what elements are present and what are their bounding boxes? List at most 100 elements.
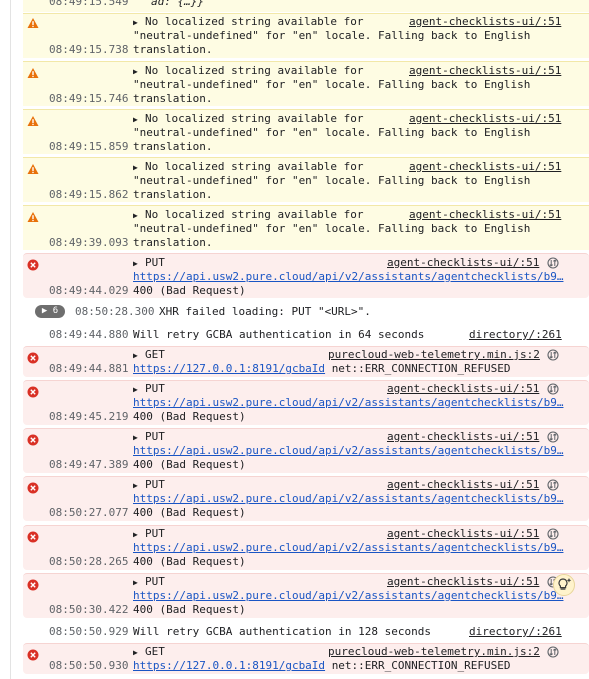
request-method: PUT	[145, 256, 165, 269]
network-request-icon[interactable]	[547, 528, 559, 540]
expand-caret-icon[interactable]: ▶	[133, 211, 145, 220]
expand-caret-icon[interactable]: ▶	[133, 433, 145, 442]
message-source-link[interactable]: directory/:261	[469, 328, 562, 341]
message-line-1[interactable]: ▶ No localized string available for	[133, 208, 364, 221]
message-source-link[interactable]: agent-checklists-ui/:51	[387, 256, 539, 269]
message-text: Will retry GCBA authentication in 64 sec…	[133, 328, 425, 341]
message-line-1[interactable]: ▶ No localized string available for	[133, 160, 364, 173]
message-line-3: translation.	[133, 188, 213, 201]
error-icon	[27, 386, 39, 398]
message-source-link[interactable]: agent-checklists-ui/:51	[409, 208, 561, 221]
network-request-icon[interactable]	[547, 383, 559, 395]
message-source-link[interactable]: agent-checklists-ui/:51	[409, 64, 561, 77]
request-url-link[interactable]: https://api.usw2.pure.cloud/api/v2/assis…	[133, 396, 563, 409]
network-request-icon[interactable]	[547, 431, 559, 443]
console-warning[interactable]: ▶ No localized string available for agent…	[23, 205, 589, 250]
network-request-icon[interactable]	[547, 257, 559, 269]
message-source-link[interactable]: agent-checklists-ui/:51	[387, 430, 539, 443]
expand-caret-icon[interactable]: ▶	[133, 18, 145, 27]
message-source-link[interactable]: purecloud-web-telemetry.min.js:2	[328, 348, 540, 361]
console-warning[interactable]: ▶ No localized string available for agent…	[23, 157, 589, 202]
message-line-1[interactable]: ▶ PUT	[133, 382, 165, 395]
console-error[interactable]: ▶ GET purecloud-web-telemetry.min.js:2 08…	[23, 643, 589, 674]
message-timestamp: 08:49:15.746	[49, 92, 129, 105]
request-url-link[interactable]: https://127.0.0.1:8191/gcbaId	[133, 362, 325, 375]
network-request-icon[interactable]	[547, 479, 559, 491]
console-warning[interactable]: ▶ No localized string available for agent…	[23, 61, 589, 106]
message-timestamp: 08:49:44.881	[49, 362, 129, 375]
request-status: net::ERR_CONNECTION_REFUSED	[331, 362, 511, 375]
console-error[interactable]: ▶ PUT agent-checklists-ui/:51 https://api…	[23, 428, 589, 473]
request-url-link[interactable]: https://api.usw2.pure.cloud/api/v2/assis…	[133, 444, 563, 457]
console-warning-partial[interactable]: 08:49:15.549 ad: {…}}	[23, 0, 589, 12]
message-source-link[interactable]: agent-checklists-ui/:51	[409, 112, 561, 125]
expand-caret-icon[interactable]: ▶	[133, 530, 145, 539]
expand-caret-icon[interactable]: ▶	[133, 163, 145, 172]
message-line-1[interactable]: ▶ PUT	[133, 430, 165, 443]
message-source-link[interactable]: agent-checklists-ui/:51	[387, 382, 539, 395]
message-timestamp: 08:49:45.219	[49, 410, 129, 423]
message-text: No localized string available for	[145, 15, 364, 28]
console-error[interactable]: ▶ PUT agent-checklists-ui/:51 https://api…	[23, 525, 589, 570]
message-line-1[interactable]: ▶ No localized string available for	[133, 112, 364, 125]
message-source-link[interactable]: agent-checklists-ui/:51	[387, 478, 539, 491]
message-timestamp: 08:49:44.880	[49, 328, 129, 341]
message-line-3: translation.	[133, 140, 213, 153]
message-timestamp: 08:50:27.077	[49, 506, 129, 519]
network-request-icon[interactable]	[547, 349, 559, 361]
console-warning[interactable]: ▶ No localized string available for agent…	[23, 109, 589, 154]
error-icon	[27, 531, 39, 543]
request-method: GET	[145, 645, 165, 658]
message-line-2: "neutral-undefined" for "en" locale. Fal…	[133, 29, 531, 42]
message-line-1[interactable]: ▶ No localized string available for	[133, 64, 364, 77]
message-source-link[interactable]: directory/:261	[469, 625, 562, 638]
expand-caret-icon[interactable]: ▶	[133, 259, 145, 268]
console-log[interactable]: 08:49:44.880 Will retry GCBA authenticat…	[23, 326, 589, 344]
message-text: No localized string available for	[145, 112, 364, 125]
repeat-count-badge[interactable]: ▶ 6	[35, 305, 65, 318]
request-url-link[interactable]: https://api.usw2.pure.cloud/api/v2/assis…	[133, 541, 563, 554]
message-line-2: "neutral-undefined" for "en" locale. Fal…	[133, 174, 531, 187]
expand-caret-icon[interactable]: ▶	[133, 481, 145, 490]
console-error[interactable]: ▶ PUT agent-checklists-ui/:51 https://api…	[23, 253, 589, 298]
expand-caret-icon[interactable]: ▶	[133, 67, 145, 76]
message-line-1[interactable]: ▶ GET	[133, 645, 165, 658]
warning-icon	[27, 212, 39, 222]
expand-caret-icon[interactable]: ▶	[133, 385, 145, 394]
message-line-1[interactable]: ▶ GET	[133, 348, 165, 361]
request-url-link[interactable]: https://api.usw2.pure.cloud/api/v2/assis…	[133, 492, 563, 505]
console-error[interactable]: ▶ PUT agent-checklists-ui/:51 https://api…	[23, 573, 589, 618]
message-text: Will retry GCBA authentication in 128 se…	[133, 625, 432, 638]
message-source-link[interactable]: agent-checklists-ui/:51	[409, 15, 561, 28]
message-text: No localized string available for	[145, 160, 364, 173]
message-line-1[interactable]: ▶ PUT	[133, 527, 165, 540]
console-error[interactable]: ▶ GET purecloud-web-telemetry.min.js:2 08…	[23, 346, 589, 377]
request-url-link[interactable]: https://api.usw2.pure.cloud/api/v2/assis…	[133, 270, 563, 283]
message-line-1[interactable]: ▶ PUT	[133, 478, 165, 491]
console-insights-button[interactable]	[553, 574, 575, 596]
message-source-link[interactable]: agent-checklists-ui/:51	[387, 575, 539, 588]
message-line-1[interactable]: ▶ PUT	[133, 256, 165, 269]
request-method: PUT	[145, 478, 165, 491]
request-url-link[interactable]: https://api.usw2.pure.cloud/api/v2/assis…	[133, 589, 563, 602]
request-url-link[interactable]: https://127.0.0.1:8191/gcbaId	[133, 659, 325, 672]
console-group-row[interactable]: ▶ 6 08:50:28.300 XHR failed loading: PUT…	[23, 303, 589, 321]
network-request-icon[interactable]	[547, 646, 559, 658]
message-source-link[interactable]: purecloud-web-telemetry.min.js:2	[328, 645, 540, 658]
message-timestamp: 08:50:50.930	[49, 659, 129, 672]
console-log[interactable]: 08:50:50.929 Will retry GCBA authenticat…	[23, 623, 589, 641]
message-source-link[interactable]: agent-checklists-ui/:51	[409, 160, 561, 173]
expand-caret-icon[interactable]: ▶	[133, 578, 145, 587]
request-status: net::ERR_CONNECTION_REFUSED	[331, 659, 511, 672]
message-line-1[interactable]: ▶ No localized string available for	[133, 15, 364, 28]
expand-caret-icon[interactable]: ▶	[133, 351, 145, 360]
console-error[interactable]: ▶ PUT agent-checklists-ui/:51 https://api…	[23, 476, 589, 521]
console-warning[interactable]: ▶ No localized string available for agent…	[23, 13, 589, 58]
message-timestamp: 08:49:47.389	[49, 458, 129, 471]
expand-caret-icon[interactable]: ▶	[133, 648, 145, 657]
message-line-1[interactable]: ▶ PUT	[133, 575, 165, 588]
console-error[interactable]: ▶ PUT agent-checklists-ui/:51 https://api…	[23, 380, 589, 425]
request-status: 400 (Bad Request)	[133, 458, 246, 471]
expand-caret-icon[interactable]: ▶	[133, 115, 145, 124]
message-source-link[interactable]: agent-checklists-ui/:51	[387, 527, 539, 540]
